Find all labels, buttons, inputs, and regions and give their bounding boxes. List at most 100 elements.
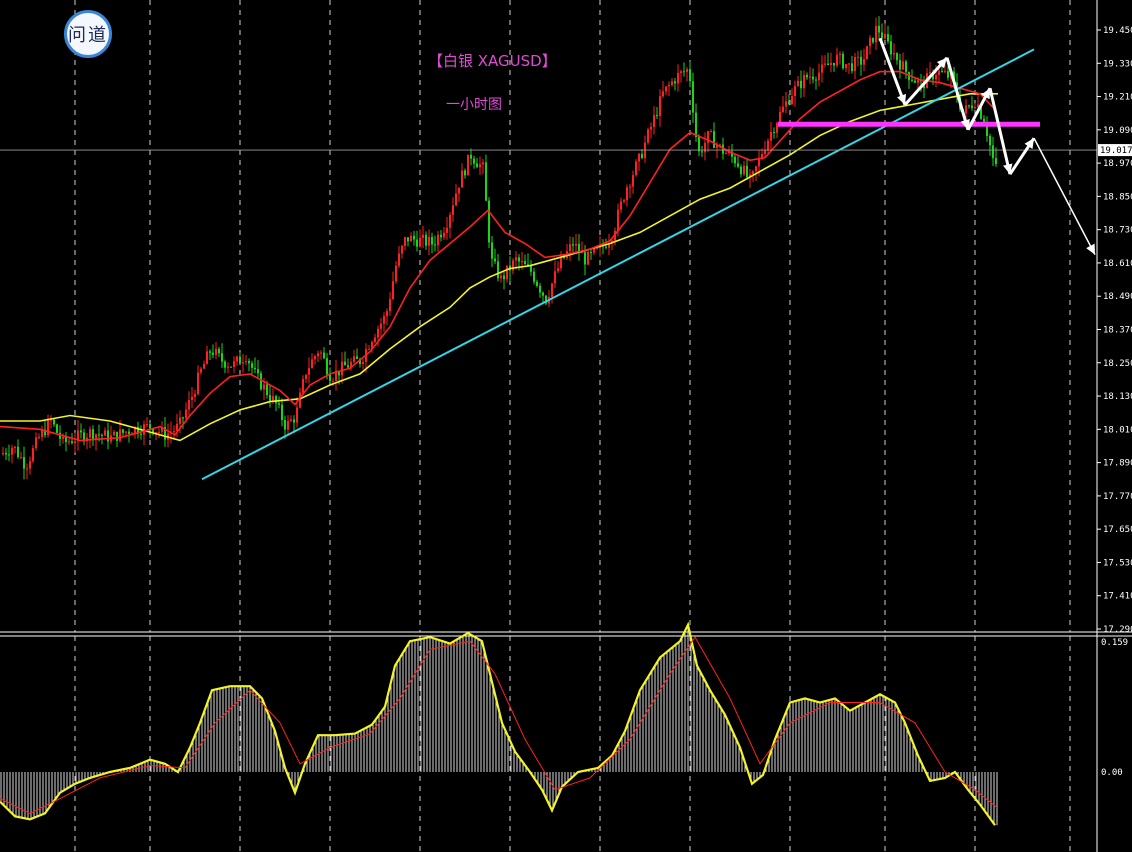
candle <box>968 104 970 109</box>
candle <box>602 239 604 255</box>
candle <box>440 229 442 242</box>
candle <box>551 282 553 304</box>
candle <box>806 72 808 80</box>
candle <box>116 431 118 447</box>
candle <box>281 398 283 427</box>
candle <box>650 122 652 139</box>
candle <box>149 423 151 439</box>
candle <box>416 230 418 252</box>
candle <box>194 389 196 403</box>
candle <box>434 235 436 252</box>
candle <box>908 71 910 89</box>
candle <box>206 345 208 365</box>
candle <box>146 417 148 428</box>
candle <box>137 421 139 439</box>
macd-top-label: 0.159 <box>1101 638 1128 648</box>
candle <box>242 354 244 373</box>
candle <box>230 366 232 368</box>
candle <box>488 197 490 249</box>
candle <box>341 352 343 384</box>
chart-canvas: 19.450 19.330 19.210 19.090 18.970 18.850 18.7… <box>0 0 1132 852</box>
candle <box>734 154 736 168</box>
candle <box>989 133 991 156</box>
candle <box>974 103 976 110</box>
candle <box>785 92 787 114</box>
candle <box>32 444 34 464</box>
candle <box>236 355 238 366</box>
candle <box>680 69 682 83</box>
candle <box>854 52 856 80</box>
candle <box>542 291 544 304</box>
candle <box>200 366 202 375</box>
candle <box>515 251 517 270</box>
candle <box>842 51 844 70</box>
candle <box>479 156 481 176</box>
candle <box>497 253 499 282</box>
candle <box>437 230 439 253</box>
y-tick-label: 18.970 <box>1103 159 1132 169</box>
candle <box>122 428 124 436</box>
candle <box>665 86 667 96</box>
candle <box>275 394 277 412</box>
y-tick-label: 18.610 <box>1103 259 1132 269</box>
candle <box>740 164 742 178</box>
y-tick-label: 19.330 <box>1103 59 1132 69</box>
y-tick-label: 19.090 <box>1103 126 1132 136</box>
candle <box>812 68 814 84</box>
candle <box>578 234 580 261</box>
candle <box>164 417 166 447</box>
candle <box>347 358 349 369</box>
candle <box>905 59 907 79</box>
candle <box>743 160 745 177</box>
candle <box>698 134 700 157</box>
candle <box>56 423 58 434</box>
candle <box>503 272 505 290</box>
candle <box>506 265 508 283</box>
candle <box>536 279 538 288</box>
candle <box>524 254 526 265</box>
y-tick-label: 17.650 <box>1103 525 1132 535</box>
y-tick-label: 18.730 <box>1103 226 1132 236</box>
candle <box>566 243 568 261</box>
candle <box>647 127 649 145</box>
candle <box>143 420 145 446</box>
candle <box>644 135 646 163</box>
candle <box>791 88 793 106</box>
candle <box>773 127 775 139</box>
candle <box>245 355 247 366</box>
y-tick-label: 19.450 <box>1103 26 1132 36</box>
candle <box>50 415 52 429</box>
candle <box>890 34 892 61</box>
candle <box>8 444 10 462</box>
candle <box>476 158 478 168</box>
candle <box>38 433 40 440</box>
candle <box>83 428 85 446</box>
candle <box>395 261 397 284</box>
candle <box>224 359 226 373</box>
candle <box>197 365 199 396</box>
candle <box>653 106 655 135</box>
candle <box>902 52 904 71</box>
candle <box>374 333 376 344</box>
candle <box>572 236 574 252</box>
candle <box>446 216 448 240</box>
candle <box>794 80 796 107</box>
candle <box>737 156 739 169</box>
candle <box>878 16 880 41</box>
candle <box>689 61 691 88</box>
candle <box>212 344 214 359</box>
candle <box>344 351 346 366</box>
candle <box>590 248 592 260</box>
projection-arrow <box>1033 137 1096 255</box>
candle <box>749 168 751 188</box>
candle <box>53 418 55 427</box>
candle <box>167 423 169 448</box>
y-tick-label: 17.290 <box>1103 625 1132 635</box>
candle <box>896 52 898 65</box>
macd-zero-label: 0.00 <box>1101 768 1123 778</box>
candle <box>824 55 826 68</box>
candle <box>20 451 22 460</box>
candle <box>827 52 829 66</box>
candle <box>662 81 664 99</box>
candle <box>401 244 403 259</box>
